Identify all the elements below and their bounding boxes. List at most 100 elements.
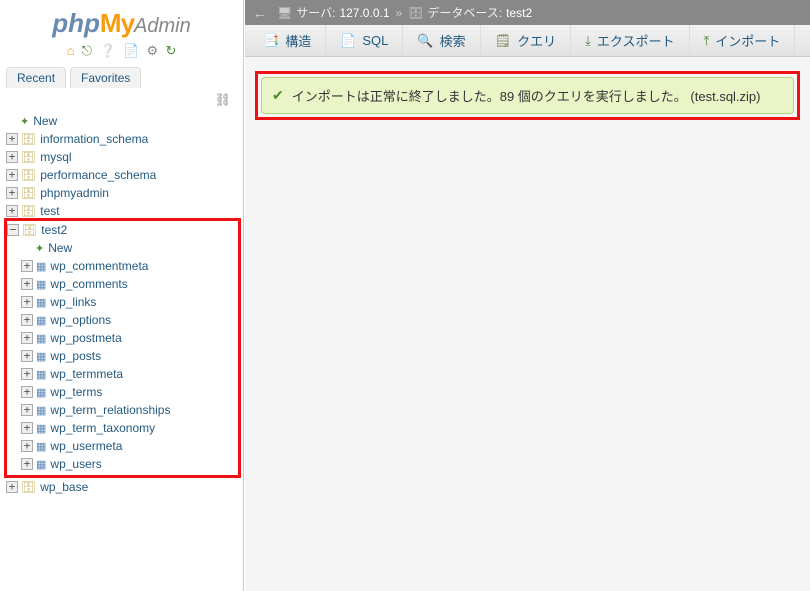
collapse-icon[interactable] bbox=[7, 224, 19, 236]
expand-icon[interactable] bbox=[21, 278, 33, 290]
expand-icon[interactable] bbox=[6, 169, 18, 181]
tree-new[interactable]: ✦ New bbox=[6, 112, 239, 130]
expand-icon[interactable] bbox=[21, 404, 33, 416]
logout-icon[interactable]: ⎋ bbox=[82, 43, 92, 59]
sql-doc-icon[interactable]: 📄 bbox=[123, 43, 139, 59]
db-label: test bbox=[40, 204, 59, 218]
expand-icon[interactable] bbox=[21, 386, 33, 398]
db-label: wp_base bbox=[40, 480, 88, 494]
table-icon: ▦ bbox=[36, 422, 46, 435]
table-label: wp_links bbox=[50, 295, 96, 309]
breadcrumb-db[interactable]: test2 bbox=[506, 6, 532, 20]
tree-table-item[interactable]: ▦ wp_termmeta bbox=[7, 365, 238, 383]
breadcrumb: ← 🖥 サーバ: 127.0.0.1 » 🗄 データベース: test2 bbox=[245, 0, 810, 25]
expand-icon[interactable] bbox=[21, 350, 33, 362]
nav-panel-toggle-icon[interactable]: ← bbox=[253, 5, 267, 21]
tree-table-item[interactable]: ▦ wp_links bbox=[7, 293, 238, 311]
success-message: ✔ インポートは正常に終了しました。89 個のクエリを実行しました。 (test… bbox=[261, 77, 794, 114]
expand-icon[interactable] bbox=[6, 151, 18, 163]
table-label: wp_postmeta bbox=[50, 331, 121, 345]
tree-table-item[interactable]: ▦wp_posts bbox=[7, 347, 238, 365]
logo[interactable]: phpMyAdmin bbox=[0, 0, 243, 41]
table-icon: ▦ bbox=[36, 458, 46, 471]
new-icon: ✦ bbox=[20, 115, 29, 128]
menu-query-label: クエリ bbox=[517, 31, 556, 50]
menu-export-label: エクスポート bbox=[597, 31, 675, 50]
tree-table-item[interactable]: ▦wp_terms bbox=[7, 383, 238, 401]
table-icon: ▦ bbox=[36, 368, 46, 381]
menu-search[interactable]: 🔍検索 bbox=[403, 25, 480, 56]
reload-icon[interactable]: ↻ bbox=[166, 43, 177, 59]
menu-structure[interactable]: 📑 構造 bbox=[249, 25, 326, 56]
docs-icon[interactable]: ❔ bbox=[99, 43, 115, 59]
table-label: wp_term_relationships bbox=[50, 403, 170, 417]
menu-query[interactable]: 🗒クエリ bbox=[481, 25, 572, 56]
expand-icon[interactable] bbox=[21, 296, 33, 308]
menu-sql[interactable]: 📄SQL bbox=[326, 25, 403, 56]
breadcrumb-server[interactable]: 127.0.0.1 bbox=[339, 6, 389, 20]
expand-icon[interactable] bbox=[21, 440, 33, 452]
home-icon[interactable]: ⌂ bbox=[67, 43, 75, 58]
structure-icon: 📑 bbox=[263, 33, 279, 49]
table-icon: ▦ bbox=[36, 260, 46, 273]
table-label: wp_posts bbox=[50, 349, 101, 363]
table-label: wp_usermeta bbox=[50, 439, 122, 453]
expand-icon[interactable] bbox=[6, 133, 18, 145]
expand-icon[interactable] bbox=[21, 260, 33, 272]
highlight-success-message: ✔ インポートは正常に終了しました。89 個のクエリを実行しました。 (test… bbox=[255, 71, 800, 120]
expand-icon[interactable] bbox=[21, 458, 33, 470]
server-icon: 🖥 bbox=[277, 6, 292, 20]
table-label: wp_termmeta bbox=[50, 367, 123, 381]
tree-table-item[interactable]: ▦ wp_term_relationships bbox=[7, 401, 238, 419]
expand-icon[interactable] bbox=[6, 205, 18, 217]
db-tree: ✦ New 🗄information_schema🗄mysql🗄performa… bbox=[0, 112, 243, 498]
table-label: wp_options bbox=[50, 313, 111, 327]
tree-table-item[interactable]: ▦wp_comments bbox=[7, 275, 238, 293]
tree-db-item[interactable]: 🗄performance_schema bbox=[6, 166, 239, 184]
sidebar: phpMyAdmin ⌂ ⎋ ❔ 📄 ⚙ ↻ Recent Favorites … bbox=[0, 0, 244, 591]
link-icon[interactable]: ⛓ bbox=[0, 92, 243, 112]
tab-favorites[interactable]: Favorites bbox=[70, 67, 141, 88]
tab-recent[interactable]: Recent bbox=[6, 67, 66, 88]
expand-icon[interactable] bbox=[21, 368, 33, 380]
breadcrumb-db-label: データベース: bbox=[427, 4, 502, 21]
tree-table-item[interactable]: ▦wp_commentmeta bbox=[7, 257, 238, 275]
sidebar-quick-icons: ⌂ ⎋ ❔ 📄 ⚙ ↻ bbox=[0, 41, 243, 63]
tree-table-item[interactable]: ▦ wp_postmeta bbox=[7, 329, 238, 347]
tree-table-item[interactable]: ▦ wp_usermeta bbox=[7, 437, 238, 455]
search-icon: 🔍 bbox=[417, 33, 433, 49]
top-menu: 📑 構造 📄SQL 🔍検索 🗒クエリ ⤓エクスポート ⤒インポート bbox=[245, 25, 810, 57]
table-icon: ▦ bbox=[36, 278, 46, 291]
tree-db-test2[interactable]: 🗄 test2 bbox=[7, 221, 238, 239]
tree-db-item[interactable]: 🗄information_schema bbox=[6, 130, 239, 148]
expand-icon[interactable] bbox=[6, 481, 18, 493]
menu-import[interactable]: ⤒インポート bbox=[690, 25, 796, 56]
tree-db-item[interactable]: 🗄mysql bbox=[6, 148, 239, 166]
database-icon: 🗄 bbox=[408, 6, 423, 20]
menu-export[interactable]: ⤓エクスポート bbox=[571, 25, 689, 56]
settings-icon[interactable]: ⚙ bbox=[147, 43, 159, 59]
tree-table-item[interactable]: ▦ wp_options bbox=[7, 311, 238, 329]
main-panel: ← 🖥 サーバ: 127.0.0.1 » 🗄 データベース: test2 📑 構造… bbox=[245, 0, 810, 591]
db-label: mysql bbox=[40, 150, 71, 164]
expand-icon[interactable] bbox=[21, 422, 33, 434]
expand-icon[interactable] bbox=[21, 332, 33, 344]
table-icon: ▦ bbox=[36, 404, 46, 417]
table-icon: ▦ bbox=[36, 386, 46, 399]
breadcrumb-separator: » bbox=[396, 6, 403, 20]
table-icon: ▦ bbox=[36, 332, 46, 345]
table-icon: ▦ bbox=[36, 296, 46, 309]
breadcrumb-server-label: サーバ: bbox=[296, 4, 335, 21]
tree-table-item[interactable]: ▦ wp_users bbox=[7, 455, 238, 473]
table-icon: ▦ bbox=[36, 314, 46, 327]
tree-new-table[interactable]: ✦ New bbox=[7, 239, 238, 257]
tree-db-wpbase[interactable]: 🗄 wp_base bbox=[6, 478, 239, 496]
menu-structure-label: 構造 bbox=[285, 31, 311, 50]
table-icon: ▦ bbox=[36, 440, 46, 453]
expand-icon[interactable] bbox=[6, 187, 18, 199]
table-label: wp_users bbox=[50, 457, 101, 471]
tree-table-item[interactable]: ▦wp_term_taxonomy bbox=[7, 419, 238, 437]
expand-icon[interactable] bbox=[21, 314, 33, 326]
tree-db-item[interactable]: 🗄phpmyadmin bbox=[6, 184, 239, 202]
success-message-text: インポートは正常に終了しました。89 個のクエリを実行しました。 (test.s… bbox=[292, 86, 761, 105]
